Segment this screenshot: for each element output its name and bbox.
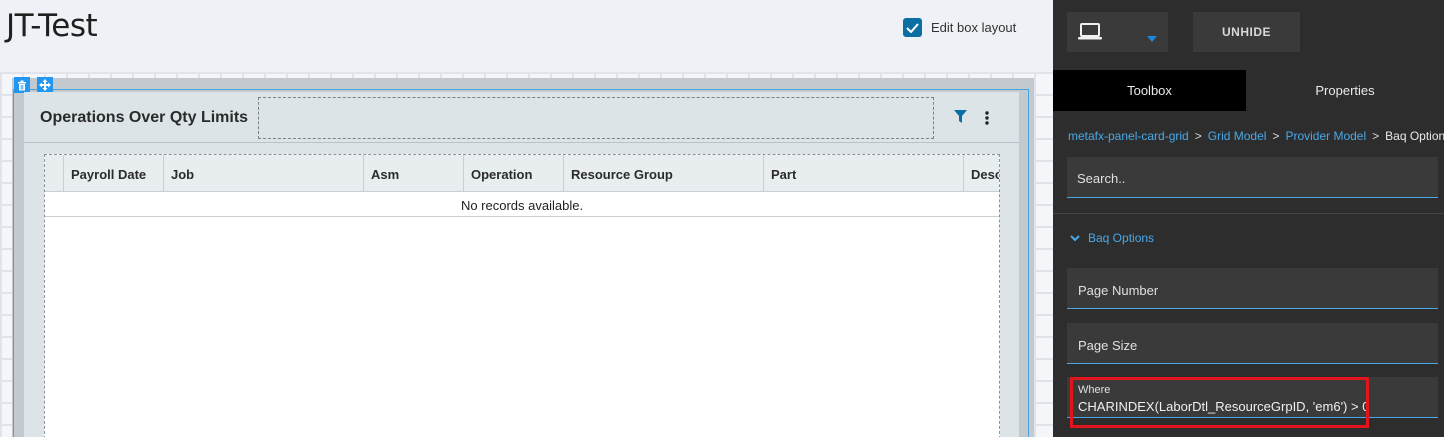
breadcrumb-current: Baq Options: [1385, 129, 1444, 143]
page-size-field[interactable]: Page Size: [1067, 323, 1438, 364]
grid-header: Payroll Date Job Asm Operation Resource …: [45, 155, 999, 192]
column-header-asm[interactable]: Asm: [364, 155, 464, 191]
column-header-payroll-date[interactable]: Payroll Date: [64, 155, 164, 191]
column-header-job[interactable]: Job: [164, 155, 364, 191]
search-input[interactable]: Search..: [1067, 157, 1438, 198]
breadcrumb-item[interactable]: Provider Model: [1285, 129, 1366, 143]
tab-toolbox[interactable]: Toolbox: [1053, 70, 1246, 111]
section-title: Baq Options: [1088, 231, 1155, 245]
breadcrumb-item[interactable]: metafx-panel-card-grid: [1068, 129, 1189, 143]
data-grid[interactable]: Payroll Date Job Asm Operation Resource …: [44, 154, 1000, 437]
delete-icon[interactable]: [14, 77, 30, 93]
card-title: Operations Over Qty Limits: [40, 109, 249, 126]
edit-box-layout-toggle[interactable]: Edit box layout: [903, 18, 1016, 37]
device-select[interactable]: [1067, 12, 1168, 52]
tab-properties[interactable]: Properties: [1246, 70, 1444, 111]
column-header-part[interactable]: Part: [764, 155, 964, 191]
where-value[interactable]: CHARINDEX(LaborDtl_ResourceGrpID, 'em6')…: [1078, 399, 1369, 414]
checkbox-checked-icon[interactable]: [903, 18, 922, 37]
no-records-message: No records available.: [45, 193, 999, 217]
edit-box-layout-label: Edit box layout: [931, 20, 1017, 35]
designer-canvas: JT-Test Edit box layout Operations Over …: [0, 0, 1053, 437]
chevron-down-icon: [1070, 234, 1080, 241]
header-drop-zone[interactable]: [258, 97, 934, 139]
where-label: Where: [1078, 384, 1111, 396]
unhide-button[interactable]: UNHIDE: [1193, 12, 1300, 52]
page-number-field[interactable]: Page Number: [1067, 268, 1438, 309]
filter-icon[interactable]: [954, 110, 967, 129]
column-header-select[interactable]: [45, 155, 64, 191]
panel-card[interactable]: Operations Over Qty Limits Payroll Date …: [24, 92, 1019, 437]
section-baq-options[interactable]: Baq Options: [1070, 231, 1154, 245]
column-header-resource-group[interactable]: Resource Group: [564, 155, 764, 191]
laptop-icon: [1078, 23, 1102, 46]
column-header-operation[interactable]: Operation: [464, 155, 564, 191]
properties-panel: UNHIDE Toolbox Properties metafx-panel-c…: [1053, 0, 1444, 437]
move-icon[interactable]: [37, 77, 53, 93]
divider: [1053, 213, 1444, 214]
column-header-desc[interactable]: Desc: [964, 155, 999, 191]
card-header: Operations Over Qty Limits: [24, 92, 1019, 143]
breadcrumb-item[interactable]: Grid Model: [1208, 129, 1267, 143]
where-field[interactable]: Where CHARINDEX(LaborDtl_ResourceGrpID, …: [1067, 377, 1438, 418]
more-options-icon[interactable]: [984, 110, 990, 131]
breadcrumb: metafx-panel-card-grid > Grid Model > Provid…: [1068, 129, 1444, 143]
page-title: JT-Test: [6, 8, 98, 44]
chevron-down-icon: [1147, 29, 1157, 47]
